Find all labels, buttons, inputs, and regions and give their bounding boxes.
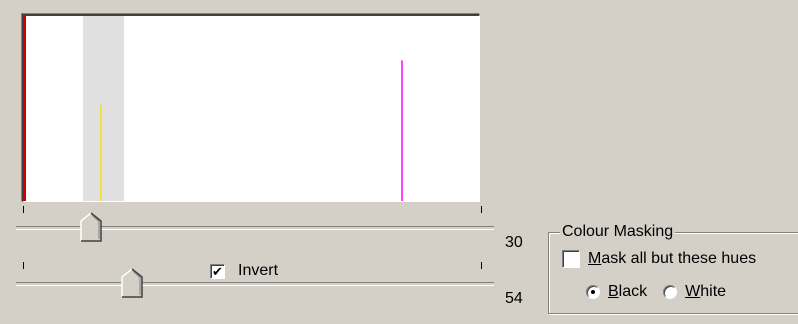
- white-radio[interactable]: [663, 285, 678, 299]
- colour-masking-title: Colour Masking: [560, 222, 676, 242]
- selected-hue-band: [83, 16, 124, 201]
- mask-all-option[interactable]: Mask all but these hues: [562, 250, 756, 268]
- max-hue-value: 54: [505, 290, 523, 307]
- hue-histogram[interactable]: [22, 14, 480, 202]
- invert-label: Invert: [238, 262, 279, 279]
- slider-thumb[interactable]: [121, 268, 143, 298]
- black-label: Black: [608, 283, 648, 300]
- slider-tick-right: [481, 206, 482, 213]
- histogram-canvas: [24, 16, 403, 201]
- colour-masking-group: Colour Masking Mask all but these hues B…: [548, 222, 798, 314]
- slider-tick-left: [23, 262, 24, 269]
- mask-all-checkbox[interactable]: [562, 250, 580, 268]
- slider-tick-left: [23, 206, 24, 213]
- mask-colour-radios: Black White: [586, 283, 726, 301]
- min-hue-slider[interactable]: [16, 206, 494, 246]
- invert-option[interactable]: ✔ Invert: [210, 261, 278, 281]
- slider-tick-right: [481, 262, 482, 269]
- black-radio[interactable]: [586, 285, 600, 299]
- invert-checkbox[interactable]: ✔: [210, 263, 225, 279]
- radio-selected-dot: [591, 290, 595, 294]
- slider-track: [16, 282, 494, 286]
- min-hue-value: 30: [505, 234, 523, 251]
- slider-thumb[interactable]: [80, 212, 102, 242]
- mask-all-label: Mask all but these hues: [588, 250, 757, 267]
- white-label: White: [685, 283, 727, 300]
- check-icon: ✔: [212, 263, 223, 279]
